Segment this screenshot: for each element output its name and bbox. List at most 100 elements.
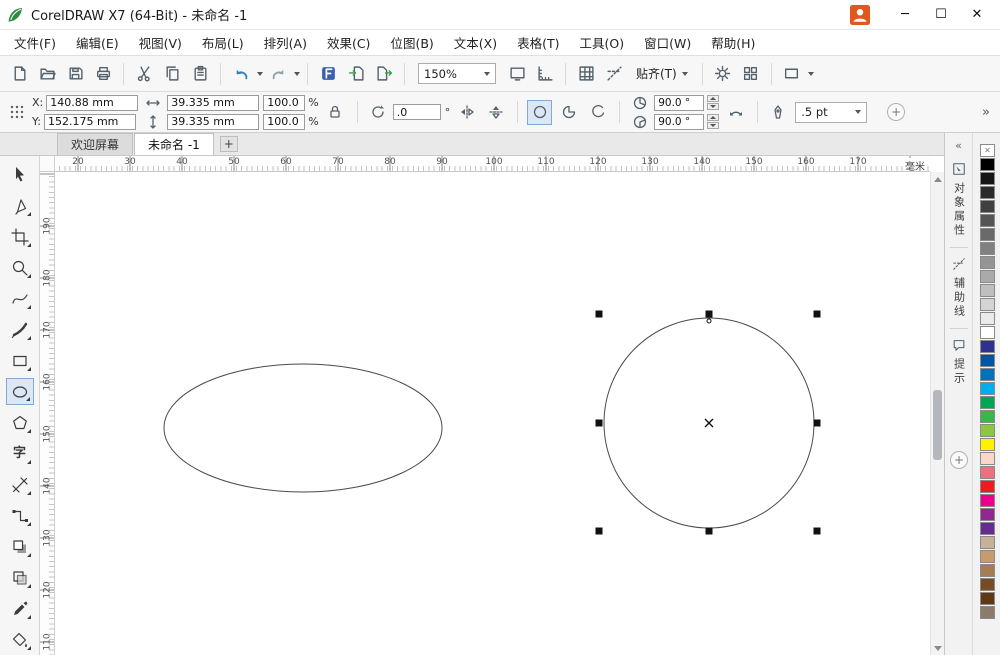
parallel-dimension-tool[interactable] (6, 471, 34, 498)
color-swatch[interactable] (980, 452, 995, 465)
toolbar-overflow-icon[interactable] (779, 62, 805, 86)
color-swatch[interactable] (980, 396, 995, 409)
color-swatch[interactable] (980, 242, 995, 255)
color-swatch[interactable] (980, 466, 995, 479)
color-swatch[interactable] (980, 200, 995, 213)
corel-connect-icon[interactable] (315, 62, 341, 86)
show-guidelines-icon[interactable] (601, 62, 627, 86)
color-swatch[interactable] (980, 326, 995, 339)
save-icon[interactable] (62, 62, 88, 86)
color-swatch[interactable] (980, 578, 995, 591)
open-icon[interactable] (34, 62, 60, 86)
import-icon[interactable] (343, 62, 369, 86)
scrollbar-thumb[interactable] (933, 390, 942, 460)
property-bar-overflow[interactable]: » (978, 105, 994, 120)
scale-vertical-input[interactable] (263, 114, 305, 130)
menu-item[interactable]: 效果(C) (317, 30, 380, 55)
color-swatch[interactable] (980, 550, 995, 563)
rectangle-tool[interactable] (6, 347, 34, 374)
color-swatch[interactable] (980, 158, 995, 171)
paste-icon[interactable] (187, 62, 213, 86)
color-swatch[interactable] (980, 368, 995, 381)
drawing-canvas[interactable] (55, 172, 930, 655)
color-swatch[interactable] (980, 172, 995, 185)
color-swatch[interactable] (980, 340, 995, 353)
color-swatch[interactable] (980, 298, 995, 311)
end-angle-spinner[interactable] (707, 114, 719, 129)
color-swatch[interactable] (980, 508, 995, 521)
menu-item[interactable]: 视图(V) (129, 30, 192, 55)
application-launcher-icon[interactable] (738, 62, 764, 86)
color-swatch[interactable] (980, 522, 995, 535)
spin-up-icon[interactable] (707, 114, 719, 121)
start-angle-value[interactable]: 90.0 ° (654, 95, 704, 111)
color-swatch[interactable] (980, 564, 995, 577)
menu-item[interactable]: 文件(F) (4, 30, 66, 55)
options-gear-icon[interactable] (710, 62, 736, 86)
quick-customize-button[interactable]: + (887, 103, 905, 121)
menu-item[interactable]: 排列(A) (254, 30, 317, 55)
minimize-button[interactable]: ─ (888, 3, 922, 27)
outline-width-combo[interactable]: .5 pt (795, 102, 867, 123)
drop-shadow-tool[interactable] (6, 533, 34, 560)
no-color-swatch[interactable]: ✕ (980, 144, 995, 157)
rotation-angle-input[interactable] (393, 104, 441, 120)
scroll-up-icon[interactable] (931, 172, 945, 186)
show-rulers-icon[interactable] (532, 62, 558, 86)
docker-tab-hints[interactable]: 提示 (945, 329, 972, 395)
docker-tab-object-properties[interactable]: 对象属性 (945, 153, 972, 247)
artistic-media-tool[interactable] (6, 316, 34, 343)
spin-down-icon[interactable] (707, 122, 719, 129)
arc-mode-button[interactable] (585, 100, 610, 125)
color-swatch[interactable] (980, 312, 995, 325)
spin-down-icon[interactable] (707, 103, 719, 110)
pie-mode-button[interactable] (556, 100, 581, 125)
expand-docker-button[interactable]: « (950, 137, 968, 153)
menu-item[interactable]: 工具(O) (570, 30, 635, 55)
polygon-tool[interactable] (6, 409, 34, 436)
mirror-horizontal-button[interactable] (454, 100, 479, 125)
vertical-scrollbar[interactable] (930, 172, 944, 655)
redo-icon[interactable] (265, 62, 291, 86)
object-width-input[interactable] (167, 95, 259, 111)
menu-item[interactable]: 文本(X) (444, 30, 507, 55)
menu-item[interactable]: 编辑(E) (66, 30, 129, 55)
new-document-icon[interactable] (6, 62, 32, 86)
y-position-input[interactable] (44, 114, 136, 130)
color-swatch[interactable] (980, 214, 995, 227)
full-screen-preview-icon[interactable] (504, 62, 530, 86)
color-swatch[interactable] (980, 424, 995, 437)
scale-horizontal-input[interactable] (263, 95, 305, 111)
transparency-tool[interactable] (6, 564, 34, 591)
crop-tool[interactable] (6, 223, 34, 250)
menu-item[interactable]: 位图(B) (380, 30, 443, 55)
connector-tool[interactable] (6, 502, 34, 529)
freehand-tool[interactable] (6, 285, 34, 312)
toolbar-overflow-dropdown-icon[interactable] (808, 72, 814, 76)
color-swatch[interactable] (980, 256, 995, 269)
quick-customize-docker-button[interactable]: + (950, 451, 968, 469)
zoom-tool[interactable] (6, 254, 34, 281)
shape-node[interactable] (707, 319, 711, 323)
docker-tab-guidelines[interactable]: 辅助线 (945, 248, 972, 328)
maximize-button[interactable]: ☐ (924, 3, 958, 27)
x-position-input[interactable] (46, 95, 138, 111)
account-user-icon[interactable] (850, 5, 870, 25)
end-angle-value[interactable]: 90.0 ° (654, 114, 704, 130)
tab-untitled-document[interactable]: 未命名 -1 (134, 133, 214, 155)
color-eyedropper-tool[interactable] (6, 595, 34, 622)
start-angle-spinner[interactable] (707, 95, 719, 110)
mirror-vertical-button[interactable] (483, 100, 508, 125)
menu-item[interactable]: 布局(L) (192, 30, 254, 55)
menu-item[interactable]: 帮助(H) (701, 30, 765, 55)
export-icon[interactable] (371, 62, 397, 86)
color-swatch[interactable] (980, 284, 995, 297)
color-swatch[interactable] (980, 606, 995, 619)
ellipse-shape[interactable] (164, 364, 442, 492)
menu-item[interactable]: 窗口(W) (634, 30, 701, 55)
pick-tool[interactable] (6, 161, 34, 188)
ellipse-tool[interactable] (6, 378, 34, 405)
scroll-down-icon[interactable] (931, 641, 945, 655)
color-swatch[interactable] (980, 480, 995, 493)
snap-to-button[interactable]: 贴齐(T) (629, 62, 695, 86)
